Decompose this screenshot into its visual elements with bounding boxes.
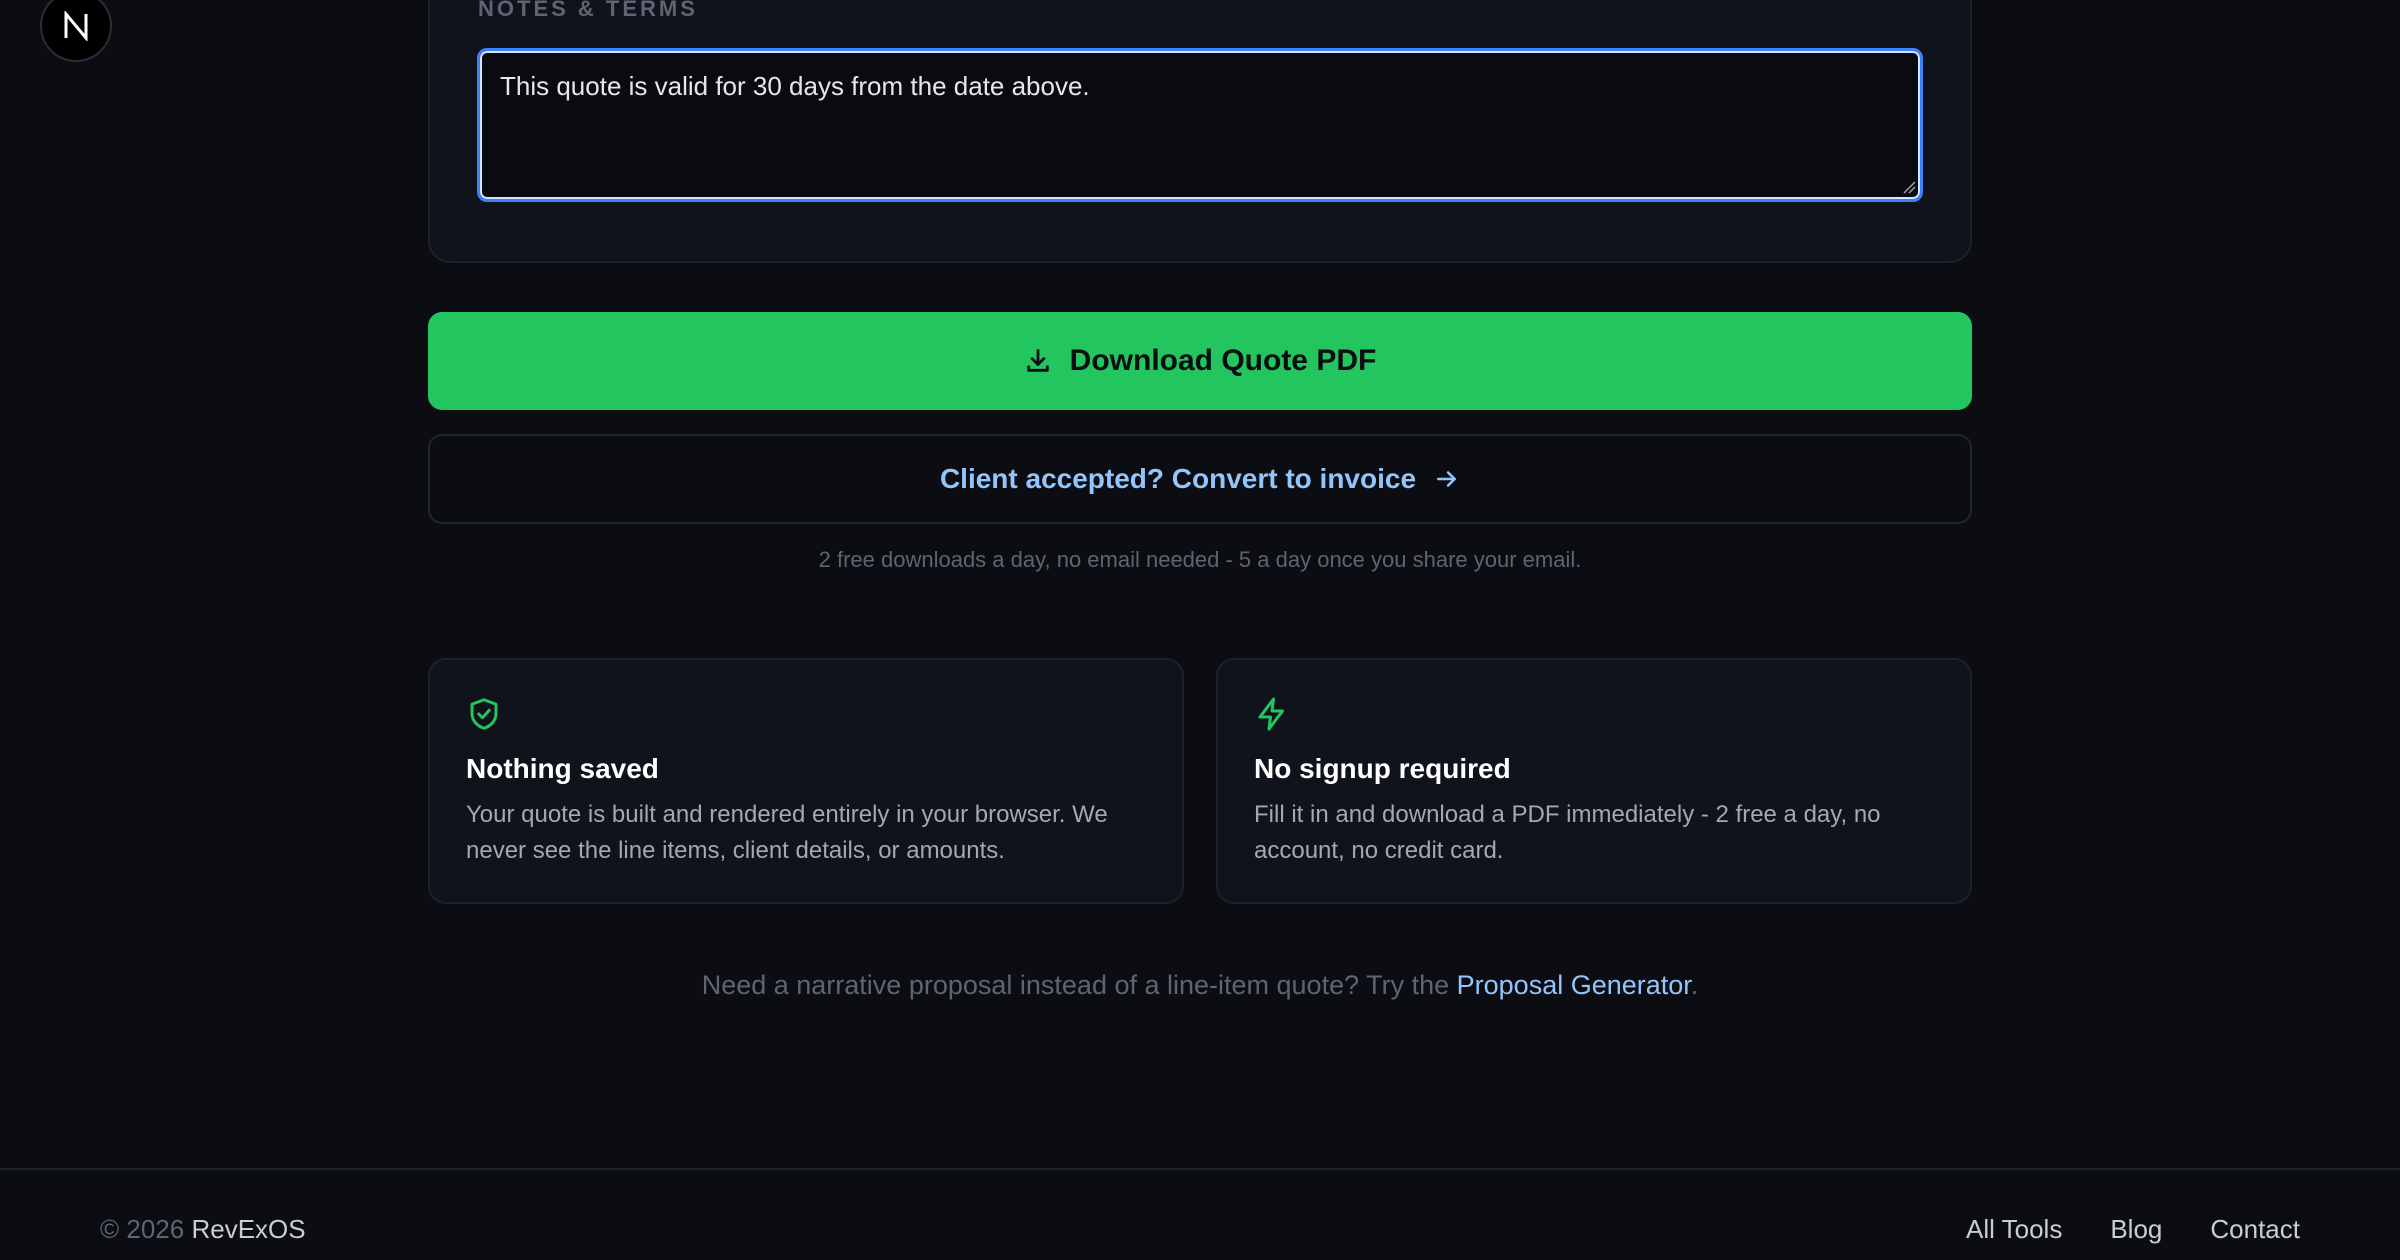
download-limits-note: 2 free downloads a day, no email needed … xyxy=(818,547,1582,572)
footer-nav: All Tools Blog Contact xyxy=(1966,1214,2300,1245)
feature-text: Your quote is built and rendered entirel… xyxy=(466,801,1108,864)
download-icon xyxy=(1026,349,1049,372)
arrow-right-icon xyxy=(1437,471,1456,487)
resize-grip-icon[interactable] xyxy=(1902,180,1916,194)
footer-link-blog[interactable]: Blog xyxy=(2110,1214,2162,1245)
download-quote-label: Download Quote PDF xyxy=(1069,344,1377,377)
page: NOTES & TERMS Download Quote PDF Client … xyxy=(0,0,2400,1260)
proposal-cross-link: Need a narrative proposal instead of a l… xyxy=(428,970,1972,1001)
copyright-text: © 2026 xyxy=(100,1214,192,1244)
feature-text: Fill it in and download a PDF immediatel… xyxy=(1254,801,1881,864)
feature-title: Nothing saved xyxy=(466,753,659,784)
proposal-generator-link[interactable]: Proposal Generator xyxy=(1457,970,1691,1000)
proposal-suffix: . xyxy=(1690,970,1699,1000)
shield-check-icon xyxy=(470,698,498,730)
convert-to-invoice-label: Client accepted? Convert to invoice xyxy=(939,463,1417,494)
feature-card-nothing-saved: Nothing saved Your quote is built and re… xyxy=(428,658,1184,904)
proposal-prefix: Need a narrative proposal instead of a l… xyxy=(701,970,1457,1000)
download-quote-button[interactable]: Download Quote PDF xyxy=(428,312,1972,410)
lightning-icon xyxy=(1258,697,1284,731)
notes-label: NOTES & TERMS xyxy=(478,0,698,21)
feature-card-no-signup: No signup required Fill it in and downlo… xyxy=(1216,658,1972,904)
notes-textarea[interactable] xyxy=(477,48,1923,202)
feature-title: No signup required xyxy=(1254,753,1511,784)
copyright: © 2026 RevExOS xyxy=(100,1214,306,1245)
footer: © 2026 RevExOS All Tools Blog Contact xyxy=(0,1168,2400,1260)
brand-name: RevExOS xyxy=(191,1214,306,1244)
n-badge[interactable] xyxy=(40,0,112,62)
n-logo-icon xyxy=(64,11,88,41)
footer-link-contact[interactable]: Contact xyxy=(2210,1214,2300,1245)
footer-link-all-tools[interactable]: All Tools xyxy=(1966,1214,2062,1245)
convert-to-invoice-button[interactable]: Client accepted? Convert to invoice xyxy=(428,434,1972,524)
